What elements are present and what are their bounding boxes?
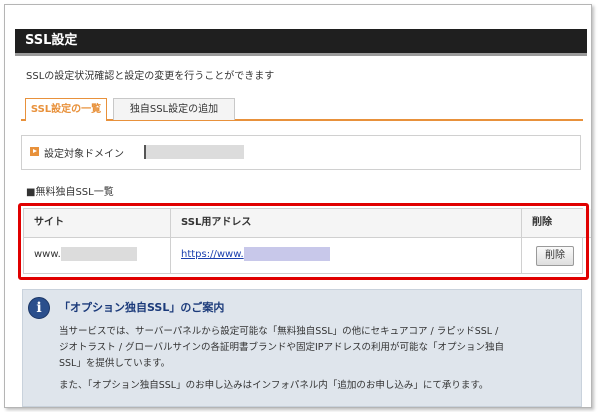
page-title: SSL設定: [25, 33, 78, 48]
tab-bar: SSL設定の一覧 独自SSL設定の追加: [21, 94, 583, 121]
info-circle-icon: i: [28, 297, 50, 319]
page-description: SSLの設定状況確認と設定の変更を行うことができます: [26, 71, 275, 82]
tab-add-ssl[interactable]: 独自SSL設定の追加: [113, 98, 235, 120]
target-domain-box: 設定対象ドメイン: [21, 135, 581, 170]
info-line: ジオトラスト / グローバルサインの各証明書ブランドや固定IPアドレスの利用が可…: [59, 342, 504, 353]
orange-triangle-bullet-icon: [30, 147, 39, 156]
info-title: 「オプション独自SSL」のご案内: [59, 301, 225, 314]
info-line: SSL」を提供しています。: [59, 358, 171, 369]
target-domain-label: 設定対象ドメイン: [44, 149, 124, 160]
panel-header: SSL設定: [15, 29, 587, 56]
ssl-settings-panel: SSL設定 SSLの設定状況確認と設定の変更を行うことができます SSL設定の一…: [4, 4, 592, 408]
option-ssl-info-box: i 「オプション独自SSL」のご案内 当サービスでは、サーバーパネルから設定可能…: [22, 289, 582, 407]
info-line: 当サービスでは、サーバーパネルから設定可能な「無料独自SSL」の他にセキュアコア…: [59, 326, 499, 337]
target-domain-value-redacted: [144, 145, 244, 159]
highlight-annotation-box: [18, 203, 589, 280]
info-paragraph-2: また、「オプション独自SSL」のお申し込みはインフォパネル内「追加のお申し込み」…: [59, 380, 489, 391]
free-ssl-list-heading: ■無料独自SSL一覧: [26, 187, 114, 198]
info-paragraph-1: 当サービスでは、サーバーパネルから設定可能な「無料独自SSL」の他にセキュアコア…: [59, 324, 571, 372]
tab-ssl-list[interactable]: SSL設定の一覧: [25, 98, 107, 121]
